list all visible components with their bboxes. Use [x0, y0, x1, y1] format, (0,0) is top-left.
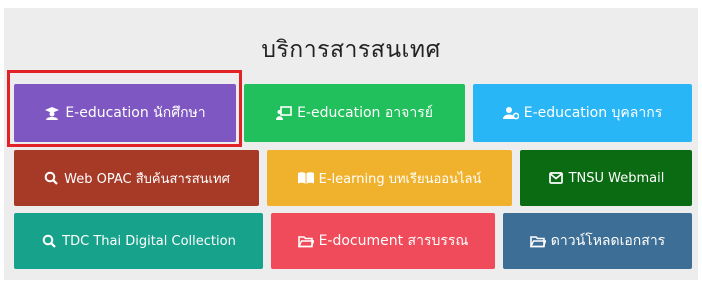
envelope-icon: [548, 171, 564, 185]
e-education-staff-label: E-education บุคลากร: [523, 105, 663, 121]
web-opac-search-label: Web OPAC สืบค้นสารสนเทศ: [64, 171, 230, 187]
tdc-thai-digital-collection-button[interactable]: TDC Thai Digital Collection: [14, 213, 263, 269]
e-education-teacher-label: E-education อาจารย์: [297, 105, 433, 121]
download-documents-button[interactable]: ดาวน์โหลดเอกสาร: [503, 213, 692, 269]
tnsu-webmail-button[interactable]: TNSU Webmail: [520, 150, 692, 206]
e-learning-button[interactable]: E-learning บทเรียนออนไลน์: [267, 150, 512, 206]
web-opac-search-button[interactable]: Web OPAC สืบค้นสารสนเทศ: [14, 150, 259, 206]
section-title: บริการสารสนเทศ: [261, 37, 441, 63]
staff-gear-icon: [502, 106, 519, 120]
tnsu-webmail-label: TNSU Webmail: [568, 170, 665, 186]
folder-icon: [297, 234, 314, 248]
e-document-label: E-document สารบรรณ: [318, 233, 469, 249]
book-icon: [297, 171, 314, 185]
search-icon: [43, 171, 59, 185]
selection-highlight-frame: [7, 70, 242, 147]
e-education-staff-button[interactable]: E-education บุคลากร: [473, 84, 692, 142]
e-learning-label: E-learning บทเรียนออนไลน์: [318, 171, 482, 187]
download-documents-label: ดาวน์โหลดเอกสาร: [550, 233, 666, 249]
search-icon: [41, 234, 57, 248]
folder-icon: [529, 234, 546, 248]
teacher-board-icon: [276, 106, 292, 120]
tdc-thai-digital-collection-label: TDC Thai Digital Collection: [62, 233, 236, 249]
e-education-teacher-button[interactable]: E-education อาจารย์: [244, 84, 465, 142]
e-document-button[interactable]: E-document สารบรรณ: [271, 213, 495, 269]
